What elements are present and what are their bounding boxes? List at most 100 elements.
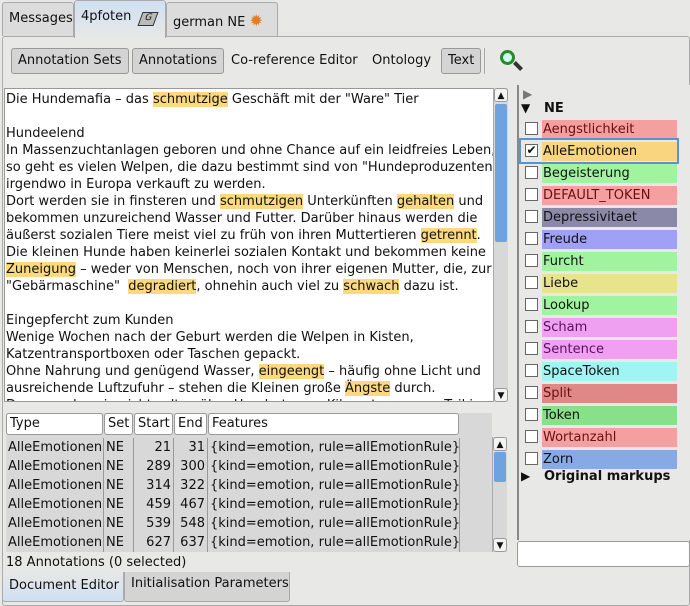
annotation-highlight[interactable]: schmutzigen [220,194,304,209]
toolbar-divider [484,48,485,74]
tab-german-ne[interactable]: german NE ✹ [166,2,278,36]
annotation-type-alleemotionen[interactable]: ✔ AlleEmotionen [519,138,679,164]
checkbox[interactable] [525,254,538,267]
checkbox[interactable] [525,408,538,421]
annotation-type-furcht[interactable]: Furcht [521,250,677,272]
text-line: Dann werden sie nicht selten über Hunder… [6,397,493,401]
checkbox[interactable] [525,276,538,289]
expand-triangle-icon[interactable]: ▶ [521,469,530,483]
checkbox[interactable] [525,320,538,333]
tab-messages[interactable]: Messages [2,2,74,36]
checkbox[interactable] [525,430,538,443]
annotation-highlight[interactable]: Zuneigung [6,262,76,277]
annotation-type-split[interactable]: Split [521,382,677,404]
checkbox[interactable] [525,166,538,179]
column-header-end[interactable]: End [174,413,207,435]
cell-end: 300 [174,457,208,476]
text-segment: Unterkünften [303,194,397,209]
ontology-button[interactable]: Ontology [372,53,431,68]
text-segment: Ohne Nahrung und genügend Wasser, [6,364,259,379]
search-input[interactable] [517,541,690,567]
checkbox[interactable] [525,122,538,135]
annotation-sets-button[interactable]: Annotation Sets [11,48,129,74]
table-row[interactable]: AlleEmotionen NE 21 31 {kind=emotion, rule=a… [6,438,460,457]
annotation-type-label: Freude [542,230,677,249]
checkbox[interactable] [525,298,538,311]
collapse-triangle-icon[interactable]: ▼ [521,101,530,115]
document-text[interactable]: Die Hundemafia – das schmutzige Geschäft… [4,88,494,402]
annotation-highlight[interactable]: getrennt [420,228,477,243]
annotation-type-spacetoken[interactable]: SpaceToken [521,360,677,382]
column-header-set[interactable]: Set [104,413,133,435]
annotation-type-token[interactable]: Token [521,404,677,426]
table-scrollbar[interactable]: ▲ ▼ [492,437,507,552]
table-row[interactable]: AlleEmotionen NE 539 548 {kind=emotion, rule… [6,514,460,533]
annotation-highlight[interactable]: schmutzige [152,92,228,107]
text-line: Hundeelend [6,125,493,142]
text-segment: dazu ist. [399,279,459,294]
annotation-type-wortanzahl[interactable]: Wortanzahl [521,426,677,448]
set-group-ne[interactable]: NE [544,101,564,116]
scroll-down-arrow[interactable]: ▼ [493,538,507,552]
set-group-original-markups[interactable]: Original markups [544,469,670,484]
expand-triangle-icon[interactable]: ▶ [523,87,532,101]
annotation-type-begeisterung[interactable]: Begeisterung [521,162,677,184]
cell-type: AlleEmotionen [8,533,104,552]
column-header-type[interactable]: Type [6,413,103,435]
table-row[interactable]: AlleEmotionen NE 289 300 {kind=emotion, rule… [6,457,460,476]
annotations-button[interactable]: Annotations [132,48,225,74]
checkbox[interactable] [525,342,538,355]
scroll-up-arrow[interactable]: ▲ [494,88,508,102]
checkbox[interactable] [525,452,538,465]
cell-end: 548 [174,514,208,533]
table-row[interactable]: AlleEmotionen NE 459 467 {kind=emotion, rule… [6,495,460,514]
cell-start: 21 [134,438,174,457]
checkbox[interactable] [525,386,538,399]
annotation-type-label: Sentence [542,340,677,359]
annotations-table: Type Set Start End Features AlleEmotionen NE 21… [6,413,492,552]
cell-set: NE [104,438,134,457]
text-line: Wenige Wochen nach der Geburt werden die… [6,329,493,346]
checkbox[interactable] [525,210,538,223]
annotation-highlight[interactable]: schwach [343,279,400,294]
annotation-type-sentence[interactable]: Sentence [521,338,677,360]
text-segment: Dort werden sie in finsteren und [6,194,220,209]
tab-initialisation-parameters[interactable]: Initialisation Parameters [124,572,290,602]
annotation-highlight[interactable]: eingeengt [258,364,325,379]
checkbox[interactable]: ✔ [525,144,538,157]
annotation-type-aengstlichkeit[interactable]: Aengstlichkeit [521,118,677,140]
annotation-count-status: 18 Annotations (0 selected) [6,555,187,570]
annotation-type-liebe[interactable]: Liebe [521,272,677,294]
annotation-type-scham[interactable]: Scham [521,316,677,338]
cell-end: 31 [174,438,208,457]
cell-type: AlleEmotionen [8,457,104,476]
coreference-editor-button[interactable]: Co-reference Editor [231,53,358,68]
text-button[interactable]: Text [441,48,482,74]
scroll-thumb[interactable] [494,452,506,482]
scroll-up-arrow[interactable]: ▲ [493,437,507,451]
annotation-type-lookup[interactable]: Lookup [521,294,677,316]
scroll-down-arrow[interactable]: ▼ [494,388,508,402]
annotation-type-depressivitaet[interactable]: Depressivitaet [521,206,677,228]
tab-document[interactable]: 4pfoten G [74,0,166,38]
annotation-type-default-token[interactable]: DEFAULT_TOKEN [521,184,677,206]
annotation-type-freude[interactable]: Freude [521,228,677,250]
annotation-highlight[interactable]: degradiert [128,279,197,294]
text-scrollbar[interactable]: ▲ ▼ [493,88,508,402]
scroll-thumb[interactable] [495,104,507,242]
text-segment: ausreichende Luftzufuhr – stehen die Kle… [6,381,345,396]
checkbox[interactable] [525,232,538,245]
checkbox[interactable] [525,188,538,201]
column-header-start[interactable]: Start [134,413,173,435]
tab-document-editor[interactable]: Document Editor [2,572,124,602]
checkbox[interactable] [525,364,538,377]
magnifier-icon[interactable] [498,48,524,74]
annotation-type-zorn[interactable]: Zorn [521,448,677,470]
annotation-highlight[interactable]: gehalten [396,194,455,209]
annotation-highlight[interactable]: Ängste [345,381,391,396]
text-line: äußerst sozialen Tiere meist viel zu frü… [6,227,493,244]
table-row[interactable]: AlleEmotionen NE 314 322 {kind=emotion, rule… [6,476,460,495]
annotation-type-label: Liebe [542,274,677,293]
column-header-features[interactable]: Features [208,413,459,435]
table-row[interactable]: AlleEmotionen NE 627 637 {kind=emotion, rule… [6,533,460,552]
